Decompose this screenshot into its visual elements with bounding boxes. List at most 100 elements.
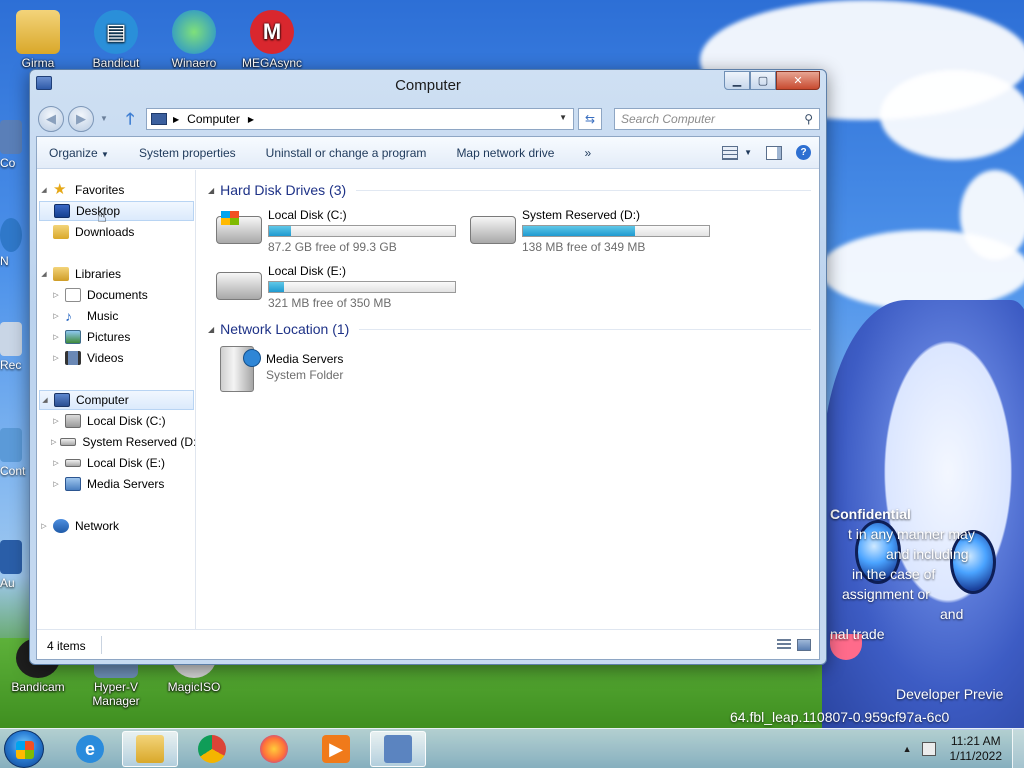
network-icon	[53, 519, 69, 533]
clock[interactable]: 11:21 AM 1/11/2022	[950, 734, 1003, 764]
uninstall-program-button[interactable]: Uninstall or change a program	[251, 146, 442, 160]
maximize-icon: ▢	[757, 75, 769, 87]
expand-icon[interactable]: ▷	[51, 354, 61, 362]
windows-drive-icon	[216, 211, 262, 244]
taskbar-firefox[interactable]	[246, 731, 302, 767]
recent-pages-dropdown[interactable]: ▼	[100, 114, 108, 123]
expand-icon[interactable]: ▷	[51, 438, 56, 446]
breadcrumb-computer[interactable]: Computer	[187, 112, 240, 126]
computer-icon	[151, 113, 167, 125]
nav-item-local-disk-c[interactable]: ▷ Local Disk (C:)	[39, 411, 194, 431]
desktop-icon-user[interactable]: Girma	[2, 10, 74, 70]
build-text: Developer Previe	[896, 686, 1004, 702]
taskbar-internet-explorer[interactable]: e	[62, 731, 118, 767]
collapse-icon[interactable]: ◢	[208, 186, 214, 195]
forward-button[interactable]: ▶	[68, 106, 94, 132]
breadcrumb-separator-icon[interactable]: ▶	[248, 115, 254, 124]
taskbar: e ▶ ▲ 11:21 AM 1/11/2022	[0, 728, 1024, 768]
nav-item-system-reserved[interactable]: ▷ System Reserved (D:	[39, 432, 195, 452]
drive-usage-bar	[268, 225, 456, 237]
more-commands-button[interactable]: »	[569, 146, 606, 160]
start-button[interactable]	[4, 730, 44, 768]
search-placeholder: Search Computer	[621, 112, 716, 126]
desktop-icon-bandicut[interactable]: ▤ Bandicut	[80, 10, 152, 70]
chrome-icon	[198, 735, 226, 763]
search-input[interactable]: Search Computer ⚲	[614, 108, 820, 130]
map-network-drive-button[interactable]: Map network drive	[441, 146, 569, 160]
content-pane: ◢ Hard Disk Drives (3) Local Disk (C:) 8…	[198, 170, 819, 629]
breadcrumb-separator-icon[interactable]: ▶	[173, 115, 179, 124]
expand-icon[interactable]: ▷	[51, 333, 61, 341]
taskbar-hyperv[interactable]	[370, 731, 426, 767]
drive-usage-bar	[522, 225, 710, 237]
organize-button[interactable]: Organize ▼	[37, 146, 124, 160]
large-icons-view-icon[interactable]	[797, 639, 811, 651]
expand-icon[interactable]: ▷	[51, 312, 61, 320]
title-bar[interactable]: Computer ▁ ▢ ✕	[30, 70, 826, 100]
drive-usage-fill	[269, 226, 292, 236]
taskbar-media-player[interactable]: ▶	[308, 731, 364, 767]
collapse-icon[interactable]: ◢	[40, 396, 50, 404]
network-item-name: Media Servers	[266, 352, 344, 366]
hard-drive-icon	[60, 438, 77, 446]
up-button[interactable]: 🡑	[126, 108, 134, 135]
drive-item-local-e[interactable]: Local Disk (E:) 321 MB free of 350 MB	[216, 264, 466, 312]
group-header-hard-disk-drives[interactable]: ◢ Hard Disk Drives (3)	[208, 180, 811, 200]
desktop-icon-winaero[interactable]: Winaero	[158, 10, 230, 70]
chevron-down-icon[interactable]: ▼	[744, 148, 752, 157]
back-button[interactable]: ◀	[38, 106, 64, 132]
taskbar-windows-explorer[interactable]	[122, 731, 178, 767]
nav-item-computer[interactable]: ◢ Computer	[39, 390, 194, 410]
refresh-icon: ⇆	[584, 112, 596, 126]
expand-icon[interactable]: ▷	[51, 480, 61, 488]
collapse-icon[interactable]: ◢	[39, 270, 49, 278]
system-properties-button[interactable]: System properties	[124, 146, 251, 160]
nav-item-pictures[interactable]: ▷ Pictures	[39, 327, 194, 347]
nav-item-videos[interactable]: ▷ Videos	[39, 348, 194, 368]
computer-icon	[54, 393, 70, 407]
internet-explorer-icon: e	[76, 735, 104, 763]
close-button[interactable]: ✕	[776, 71, 820, 90]
expand-icon[interactable]: ▷	[51, 417, 61, 425]
address-bar[interactable]: ▶ Computer ▶ ▼	[146, 108, 574, 130]
show-hidden-icons-icon[interactable]: ▲	[903, 744, 912, 754]
nav-item-libraries[interactable]: ◢ Libraries	[39, 264, 194, 284]
details-view-icon[interactable]	[777, 639, 791, 651]
drive-item-local-c[interactable]: Local Disk (C:) 87.2 GB free of 99.3 GB	[216, 208, 466, 256]
expand-icon[interactable]: ▷	[51, 459, 61, 467]
show-desktop-button[interactable]	[1012, 729, 1024, 768]
drive-item-system-reserved[interactable]: System Reserved (D:) 138 MB free of 349 …	[470, 208, 720, 256]
mega-icon: M	[250, 10, 294, 54]
edge-icon	[172, 10, 216, 54]
maximize-button[interactable]: ▢	[750, 71, 776, 90]
collapse-icon[interactable]: ◢	[208, 325, 214, 334]
address-dropdown-icon[interactable]: ▼	[559, 113, 567, 122]
collapse-icon[interactable]: ◢	[39, 186, 49, 194]
computer-icon	[0, 120, 22, 154]
nav-item-local-disk-e[interactable]: ▷ Local Disk (E:)	[39, 453, 194, 473]
back-arrow-icon: ◀	[46, 111, 56, 126]
help-icon[interactable]: ?	[796, 145, 811, 160]
nav-item-favorites[interactable]: ◢ ★ Favorites	[39, 180, 194, 200]
minimize-button[interactable]: ▁	[724, 71, 750, 90]
clock-time: 11:21 AM	[950, 734, 1001, 748]
bandicut-icon: ▤	[94, 10, 138, 54]
hard-drive-icon	[65, 459, 81, 467]
folder-icon	[136, 735, 164, 763]
nav-item-media-servers[interactable]: ▷ Media Servers	[39, 474, 194, 494]
refresh-button[interactable]: ⇆	[578, 108, 602, 130]
expand-icon[interactable]: ▷	[51, 291, 61, 299]
network-status-icon[interactable]	[921, 742, 936, 756]
nav-item-desktop[interactable]: Desktop	[39, 201, 194, 221]
taskbar-chrome[interactable]	[184, 731, 240, 767]
nav-item-network[interactable]: ▷ Network	[39, 516, 194, 536]
change-view-icon[interactable]	[722, 145, 739, 160]
expand-icon[interactable]: ▷	[39, 522, 49, 530]
search-icon[interactable]: ⚲	[804, 112, 813, 126]
nav-item-downloads[interactable]: Downloads	[39, 222, 194, 242]
desktop-icon-megasync[interactable]: M MEGAsync	[236, 10, 308, 70]
nav-item-documents[interactable]: ▷ Documents	[39, 285, 194, 305]
group-header-network-location[interactable]: ◢ Network Location (1)	[208, 319, 811, 339]
nav-item-music[interactable]: ▷ ♪ Music	[39, 306, 194, 326]
preview-pane-icon[interactable]	[766, 145, 782, 160]
